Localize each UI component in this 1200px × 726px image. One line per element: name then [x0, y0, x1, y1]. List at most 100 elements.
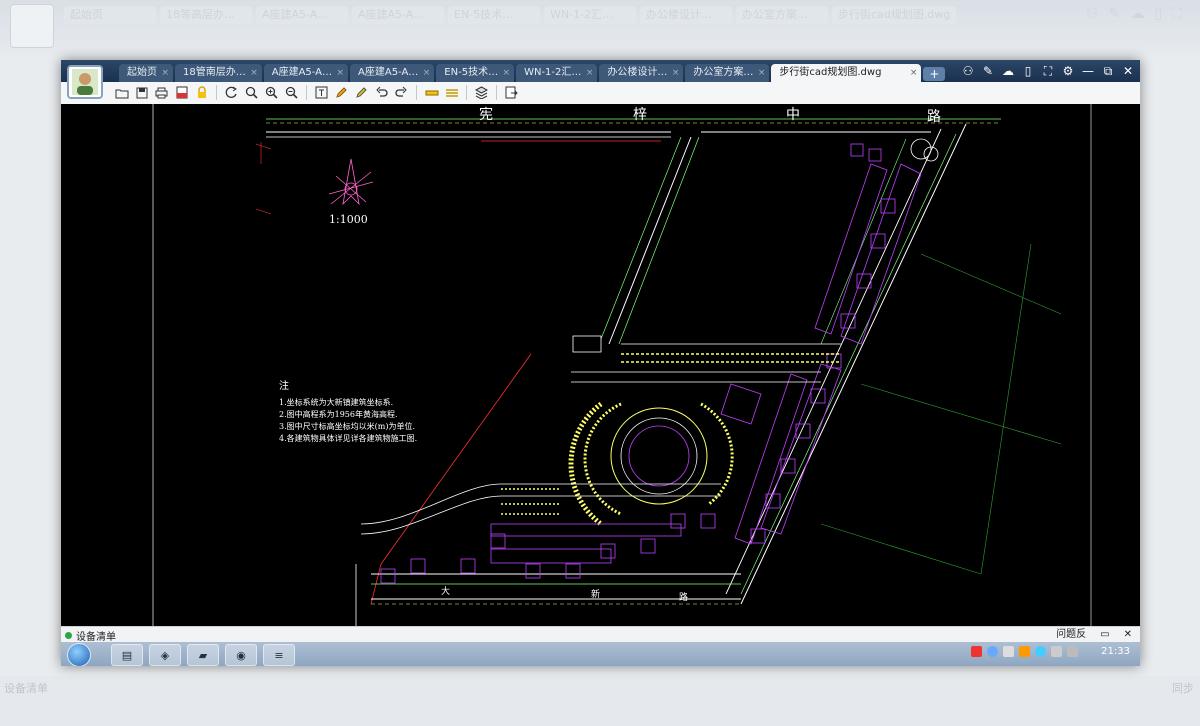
background-statusbar	[0, 676, 1200, 726]
tab-document[interactable]: A座建A5-A… ×	[350, 64, 435, 82]
note-line: 2.图中高程系为1956年黄海高程.	[279, 410, 398, 419]
sync-icon[interactable]	[1035, 646, 1047, 657]
layers-icon[interactable]	[473, 84, 490, 101]
phone-icon: ▯	[1154, 6, 1163, 22]
dimension-icon[interactable]	[443, 84, 460, 101]
close-button[interactable]: ✕	[1122, 62, 1134, 80]
comment-icon[interactable]: ▭	[1100, 627, 1109, 642]
edit-icon: ✎	[1108, 6, 1121, 22]
save-icon[interactable]	[133, 84, 150, 101]
note-line: 1.坐标系统为大新镇建筑坐标系.	[279, 398, 394, 407]
status-bar: 设备清单 问题反 ▭ ✕	[61, 626, 1140, 643]
tab-start-page[interactable]: 起始页 ×	[119, 64, 173, 82]
toolbar-separator	[416, 85, 417, 100]
signal-icon[interactable]	[1067, 646, 1079, 657]
tab-close-icon[interactable]: ×	[910, 64, 918, 82]
open-icon[interactable]	[113, 84, 130, 101]
tab-document[interactable]: EN-5技术… ×	[436, 64, 515, 82]
window-controls: ⚇ ✎ ☁ ▯ ⛶ ⚙ — ⧉ ✕	[962, 62, 1134, 80]
road-label-top: 中	[786, 107, 800, 123]
users-icon[interactable]: ⚇	[962, 62, 974, 80]
tab-close-icon[interactable]: ×	[161, 64, 169, 82]
background-tab: 办公室方案…	[736, 6, 828, 24]
road-label-top: 宪	[479, 107, 493, 123]
file-explorer-icon[interactable]: ▤	[111, 644, 143, 666]
tab-close-icon[interactable]: ×	[423, 64, 431, 82]
tab-close-icon[interactable]: ×	[336, 64, 344, 82]
tab-document[interactable]: A座建A5-A… ×	[263, 64, 349, 82]
windows-taskbar: ▤ ◈ ▰ ◉ ≡ 21:33	[61, 642, 1140, 666]
pdf-icon[interactable]	[173, 84, 190, 101]
edit-icon[interactable]: ✎	[982, 62, 994, 80]
site-plan-drawing	[152, 104, 1092, 626]
tab-close-icon[interactable]: ×	[503, 64, 511, 82]
input-method-icon[interactable]	[971, 646, 983, 657]
taskbar-clock[interactable]: 21:33	[1101, 646, 1130, 657]
close-panel-button[interactable]: ✕	[1124, 627, 1132, 642]
users-icon: ⚇	[1086, 6, 1099, 22]
print-icon[interactable]	[153, 84, 170, 101]
device-list-label: 设备清单	[76, 632, 116, 643]
zoom-window-icon[interactable]	[243, 84, 260, 101]
chat-icon: ☁	[1130, 6, 1145, 22]
toolbar-separator	[216, 85, 217, 100]
tab-active-document[interactable]: 步行街cad规划图.dwg ×	[771, 64, 922, 82]
tab-close-icon[interactable]: ×	[758, 64, 766, 82]
system-tray: 21:33	[971, 646, 1130, 657]
tab-document[interactable]: 办公楼设计… ×	[599, 64, 684, 82]
road-label-bottom: 大	[441, 587, 451, 597]
redo-icon[interactable]	[393, 84, 410, 101]
undo-icon[interactable]	[373, 84, 390, 101]
background-tab: EN-5技术…	[448, 6, 540, 24]
tab-document[interactable]: 办公室方案… ×	[685, 64, 770, 82]
road-label-bottom: 新	[591, 590, 601, 600]
fullscreen-icon[interactable]: ⛶	[1042, 62, 1054, 80]
user-avatar-icon	[72, 69, 98, 95]
export-icon[interactable]	[503, 84, 520, 101]
background-titlebar: 起始页 18等高层办… A座建A5-A… A座建A5-A… EN-5技术… WN…	[0, 0, 1200, 54]
avatar[interactable]	[67, 65, 103, 99]
taskbar-apps: ▤ ◈ ▰ ◉ ≡	[111, 644, 295, 666]
chat-icon[interactable]: ☁	[1002, 62, 1014, 80]
measure-icon[interactable]	[423, 84, 440, 101]
pencil-icon[interactable]	[333, 84, 350, 101]
tab-close-icon[interactable]: ×	[250, 64, 258, 82]
battery-icon[interactable]	[1051, 646, 1063, 657]
network-icon[interactable]	[1003, 646, 1015, 657]
app-icon[interactable]: ◈	[149, 644, 181, 666]
cad-drawing-canvas[interactable]: 宪 梓 中 路 大 新 路 1:1000 注 1.坐标系统为大新镇建筑坐标系. …	[61, 104, 1140, 626]
tab-close-icon[interactable]: ×	[672, 64, 680, 82]
notes-title: 注	[279, 381, 289, 392]
text-icon[interactable]	[313, 84, 330, 101]
zoom-out-icon[interactable]	[283, 84, 300, 101]
tab-document[interactable]: 18管南层办… ×	[175, 64, 262, 82]
background-status-label: 设备清单	[4, 682, 48, 695]
lock-icon[interactable]	[193, 84, 210, 101]
background-tab: WN-1-2汇…	[544, 6, 636, 24]
restore-button[interactable]: ⧉	[1102, 62, 1114, 80]
device-list-tab[interactable]: 设备清单	[65, 628, 116, 643]
marker-icon[interactable]	[353, 84, 370, 101]
minimize-button[interactable]: —	[1082, 62, 1094, 80]
browser-icon[interactable]: ◉	[225, 644, 257, 666]
books-icon[interactable]: ≡	[263, 644, 295, 666]
tab-strip: 起始页 × 18管南层办… × A座建A5-A… × A座建A5-A… × EN-5技术…	[119, 64, 946, 82]
new-tab-button[interactable]: +	[923, 67, 946, 81]
background-tab: 步行街cad规划图.dwg	[832, 6, 957, 24]
start-button[interactable]	[67, 643, 91, 666]
folder-icon[interactable]: ▰	[187, 644, 219, 666]
toolbar-separator	[306, 85, 307, 100]
title-bar: 起始页 × 18管南层办… × A座建A5-A… × A座建A5-A… × EN-5技术…	[61, 60, 1140, 82]
settings-icon[interactable]: ⚙	[1062, 62, 1074, 80]
security-icon[interactable]	[1019, 646, 1031, 657]
tab-close-icon[interactable]: ×	[586, 64, 594, 82]
help-icon[interactable]	[987, 646, 999, 657]
phone-icon[interactable]: ▯	[1022, 62, 1034, 80]
tab-document[interactable]: WN-1-2汇… ×	[516, 64, 598, 82]
rotate-icon[interactable]	[223, 84, 240, 101]
zoom-in-icon[interactable]	[263, 84, 280, 101]
background-tabs: 起始页 18等高层办… A座建A5-A… A座建A5-A… EN-5技术… WN…	[64, 6, 957, 24]
toolbar-separator	[466, 85, 467, 100]
feedback-link[interactable]: 问题反	[1056, 627, 1086, 642]
toolbar	[61, 82, 1140, 105]
